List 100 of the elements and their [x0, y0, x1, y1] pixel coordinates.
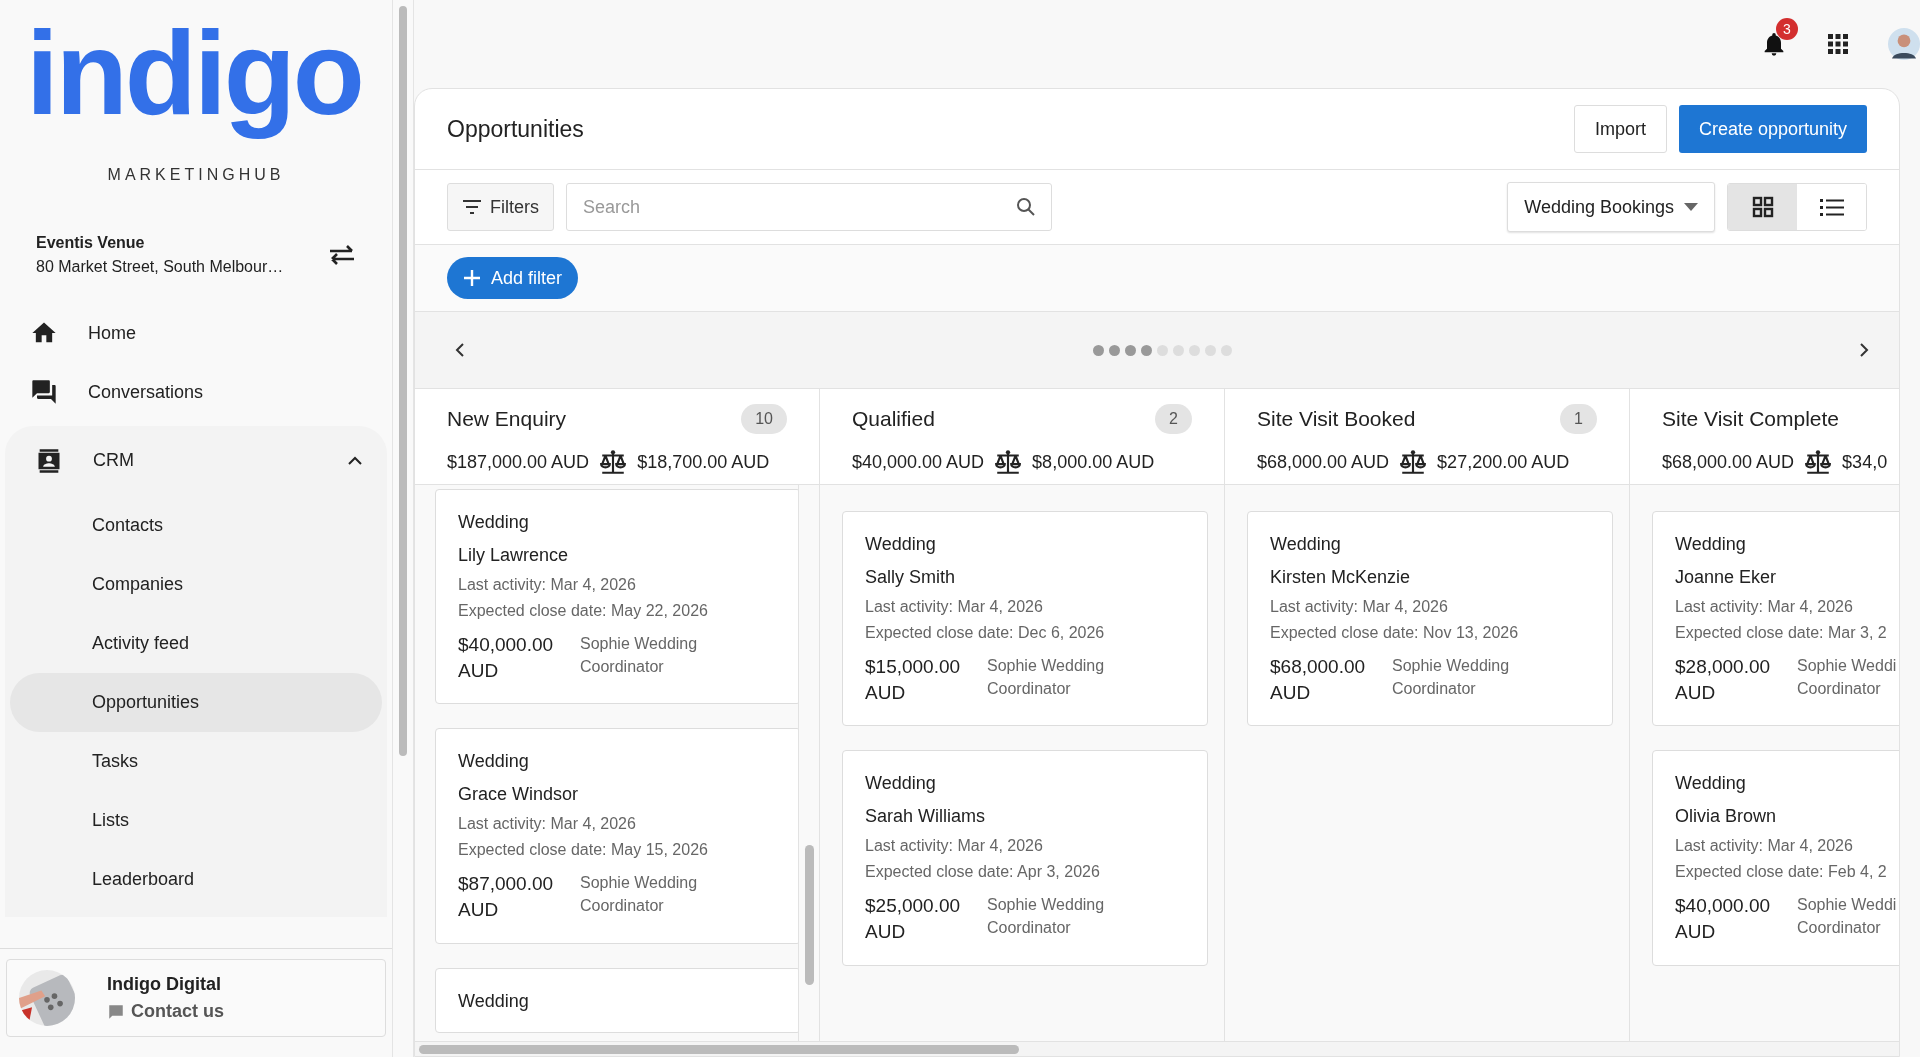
total-value: $187,000.00 AUD	[447, 451, 590, 473]
column-title: Site Visit Booked	[1257, 407, 1416, 431]
opportunity-card[interactable]: Wedding Lily Lawrence Last activity: Mar 4, 2026 Expected close date: May 22, 2026 $40,000.00 AUD Sophie Wedding Coordinator	[435, 489, 798, 705]
scrollbar-thumb[interactable]	[399, 6, 407, 756]
last-activity: Last activity: Mar 4, 2026	[458, 815, 637, 834]
import-button[interactable]: Import	[1573, 105, 1667, 153]
page-title: Opportunities	[447, 115, 584, 143]
org-name: Indigo Digital	[107, 974, 222, 995]
pager-dot[interactable]	[1140, 344, 1152, 356]
weighted-value: $34,0	[1842, 451, 1888, 473]
add-filter-button[interactable]: Add filter	[447, 257, 579, 299]
owner: Sophie Weddi Coordinator	[1797, 895, 1898, 939]
scrollbar-thumb[interactable]	[419, 1045, 1019, 1054]
amount: $68,000.00 AUD	[1270, 655, 1367, 705]
card-type: Wedding	[1270, 534, 1342, 555]
account-address: 80 Market Street, South Melbour…	[36, 257, 285, 276]
pager-dot[interactable]	[1108, 344, 1120, 356]
last-activity: Last activity: Mar 4, 2026	[1675, 598, 1854, 616]
search-field[interactable]: Search	[566, 183, 1052, 231]
total-value: $40,000.00 AUD	[852, 451, 985, 473]
scrollbar-thumb[interactable]	[804, 845, 814, 985]
opportunity-card[interactable]: Wedding Olivia Brown Last activity: Mar 4, 2026 Expected close date: Feb 4, 2 $40,000.00 AUD Sophie Weddi Coordinator	[1652, 750, 1899, 966]
amount: $40,000.00 AUD	[458, 633, 555, 683]
last-activity: Last activity: Mar 4, 2026	[865, 598, 1044, 616]
nav-item[interactable]: Companies	[10, 554, 382, 614]
nav-item[interactable]: Lists	[10, 790, 382, 850]
nav-item[interactable]: Contacts	[10, 495, 382, 555]
grid-view-button[interactable]	[1728, 184, 1797, 230]
weighted-value: $18,700.00 AUD	[637, 451, 770, 473]
card-type: Wedding	[1675, 773, 1747, 795]
close-date: Expected close date: Mar 3, 2	[1675, 624, 1888, 642]
close-date: Expected close date: May 22, 2026	[458, 602, 709, 620]
contact-name: Sally Smith	[865, 567, 957, 588]
amount: $87,000.00 AUD	[458, 872, 555, 922]
swap-icon[interactable]	[328, 243, 356, 266]
balance-scale-icon	[1399, 449, 1428, 475]
tagline: MARKETINGHUB	[107, 165, 285, 184]
contact-name: Olivia Brown	[1675, 806, 1778, 828]
balance-scale-icon	[1804, 449, 1833, 475]
card-type: Wedding	[458, 512, 530, 533]
pipeline-dropdown[interactable]: Wedding Bookings	[1507, 182, 1715, 232]
column-title: New Enquiry	[447, 407, 567, 431]
nav-item[interactable]: Conversations	[0, 362, 392, 422]
count-badge: 2	[1155, 404, 1192, 434]
user-avatar[interactable]	[1888, 28, 1920, 60]
grid-icon	[1751, 196, 1774, 218]
pager-dot[interactable]	[1124, 344, 1136, 356]
balance-scale-icon	[994, 449, 1023, 475]
card-type: Wedding	[865, 773, 937, 795]
card-type: Wedding	[458, 751, 530, 773]
column-title: Qualified	[852, 407, 935, 431]
opportunity-card[interactable]: Wedding Sarah Williams Last activity: Mar 4, 2026 Expected close date: Apr 3, 2026 $25,000.00 AUD Sophie Wedding Coordinator	[842, 750, 1208, 966]
close-date: Expected close date: Nov 13, 2026	[1270, 624, 1520, 642]
account-name: Eventis Venue	[36, 233, 146, 252]
balance-scale-icon	[599, 449, 628, 475]
column-title: Site Visit Complete	[1662, 407, 1840, 431]
chat-icon	[107, 1002, 125, 1021]
last-activity: Last activity: Mar 4, 2026	[865, 837, 1044, 856]
apps-grid-icon[interactable]	[1826, 32, 1850, 56]
opportunity-card[interactable]: Wedding Joanne Eker Last activity: Mar 4, 2026 Expected close date: Mar 3, 2 $28,000.00 AUD Sophie Weddi Coordinator	[1652, 511, 1899, 727]
weighted-value: $27,200.00 AUD	[1437, 451, 1570, 473]
owner: Sophie Wedding Coordinator	[987, 656, 1106, 700]
card-type: Wedding	[865, 534, 937, 555]
contact-link[interactable]: Contact us	[107, 1001, 224, 1022]
opportunity-card[interactable]: Wedding Sally Smith Last activity: Mar 4, 2026 Expected close date: Dec 6, 2026 $15,000.00 AUD Sophie Wedding Coordinator	[842, 511, 1208, 727]
weighted-value: $8,000.00 AUD	[1032, 451, 1155, 473]
total-value: $68,000.00 AUD	[1257, 451, 1390, 473]
nav-item[interactable]: CRM	[5, 425, 387, 496]
caret-icon	[1684, 203, 1698, 211]
filters-button[interactable]: Filters	[447, 183, 554, 231]
card-type: Wedding	[458, 990, 530, 1012]
card-type: Wedding	[1675, 534, 1747, 555]
search-icon	[1016, 197, 1036, 217]
owner: Sophie Wedding Coordinator	[580, 873, 699, 917]
nav-item[interactable]: Tasks	[10, 731, 382, 791]
nav-item[interactable]: Leaderboard	[10, 849, 382, 909]
nav-item[interactable]: Opportunities	[10, 672, 382, 732]
close-date: Expected close date: Dec 6, 2026	[865, 624, 1106, 642]
opportunity-card[interactable]: Wedding	[435, 967, 798, 1033]
last-activity: Last activity: Mar 4, 2026	[1270, 598, 1449, 616]
last-activity: Last activity: Mar 4, 2026	[1675, 837, 1854, 856]
close-date: Expected close date: May 15, 2026	[458, 841, 709, 860]
plus-icon	[463, 269, 481, 287]
logo: indigo	[26, 6, 362, 141]
opportunity-card[interactable]: Wedding Grace Windsor Last activity: Mar 4, 2026 Expected close date: May 15, 2026 $87,000.00 AUD Sophie Wedding Coordinator	[435, 728, 798, 944]
contact-name: Joanne Eker	[1675, 567, 1778, 588]
contact-name: Sarah Williams	[865, 806, 987, 828]
amount: $15,000.00 AUD	[865, 655, 962, 705]
close-date: Expected close date: Apr 3, 2026	[865, 863, 1101, 882]
owner: Sophie Wedding Coordinator	[580, 634, 699, 678]
opportunity-card[interactable]: Wedding Kirsten McKenzie Last activity: Mar 4, 2026 Expected close date: Nov 13, 2026 $68,000.00 AUD Sophie Wedding Coordinator	[1247, 511, 1613, 727]
pager-dot[interactable]	[1092, 344, 1104, 356]
create-button[interactable]: Create opportunity	[1678, 105, 1867, 153]
chat-icon	[30, 378, 58, 406]
filter-icon	[462, 199, 482, 215]
nav-item[interactable]: Home	[0, 303, 392, 363]
amount: $40,000.00 AUD	[1675, 894, 1772, 944]
contact-name: Lily Lawrence	[458, 545, 570, 566]
nav-item[interactable]: Activity feed	[10, 613, 382, 673]
owner: Sophie Wedding Coordinator	[987, 895, 1106, 939]
